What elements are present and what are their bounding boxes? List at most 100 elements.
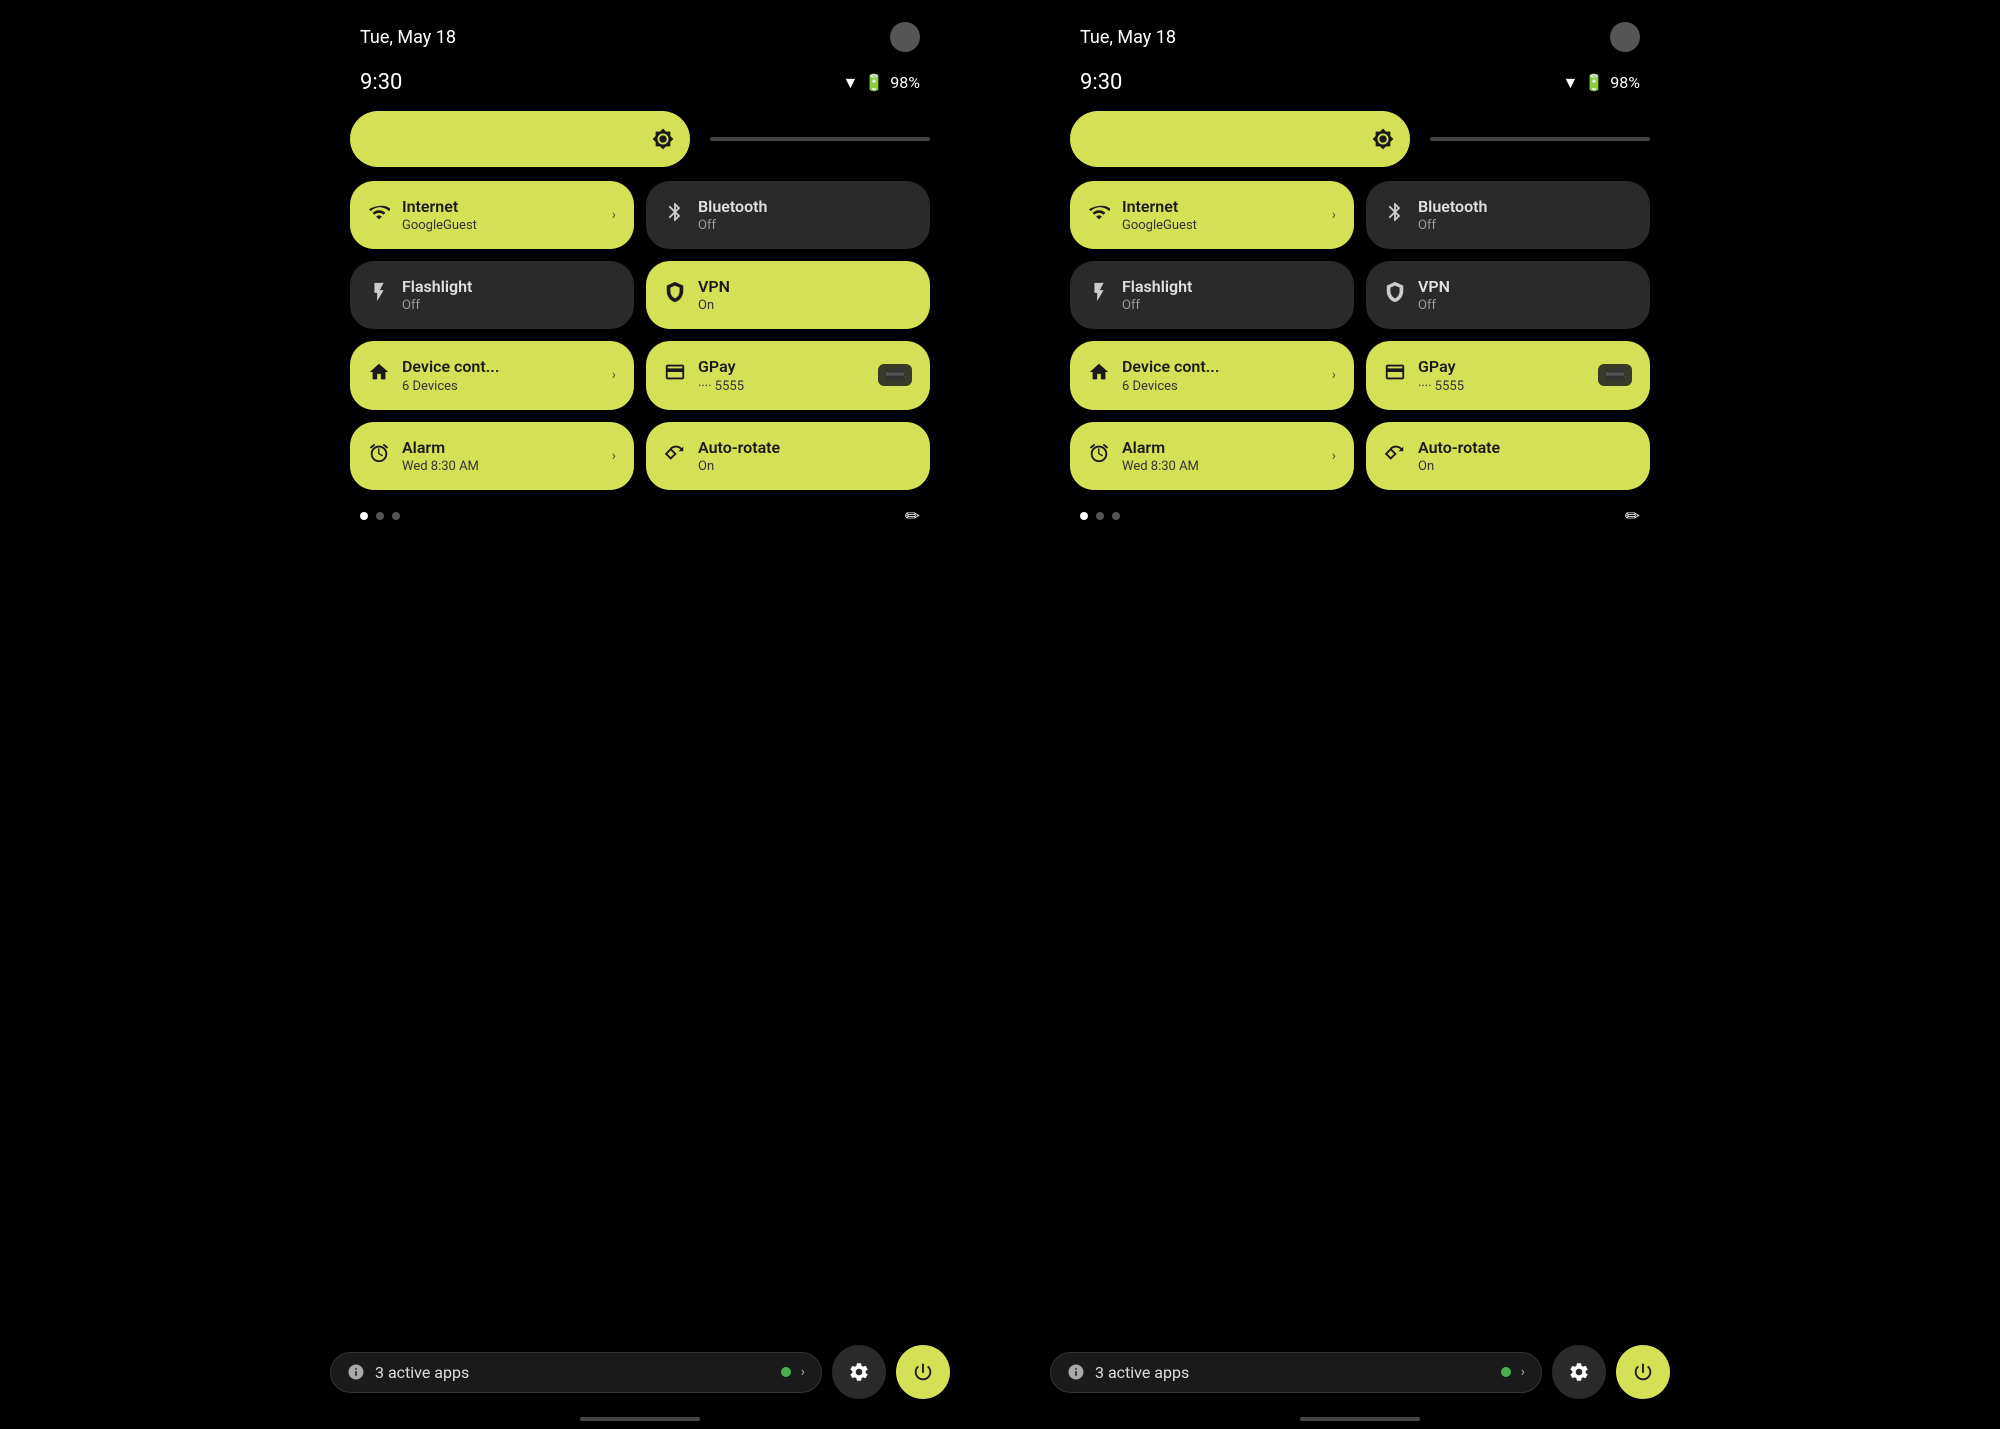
tile-arrow-device-control: › [1332, 367, 1336, 383]
brightness-row[interactable] [350, 111, 930, 167]
brightness-pill[interactable] [350, 111, 690, 167]
wifi-status-icon: ▼ [843, 73, 859, 93]
tile-internet[interactable]: Internet GoogleGuest › [1070, 181, 1354, 249]
camera-dot [890, 22, 920, 52]
active-apps-pill[interactable]: 3 active apps › [1050, 1352, 1542, 1393]
tile-text-gpay: GPay ···· 5555 [698, 357, 744, 393]
tile-subtitle-autorotate: On [698, 459, 780, 474]
tile-icon-flashlight [1088, 281, 1110, 309]
home-indicator [1300, 1417, 1420, 1421]
active-indicator-dot [1501, 1367, 1511, 1377]
tile-title-device-control: Device cont... [1122, 357, 1219, 376]
edit-icon[interactable]: ✏ [1625, 506, 1640, 527]
tile-text-alarm: Alarm Wed 8:30 AM [1122, 438, 1199, 474]
tile-alarm[interactable]: Alarm Wed 8:30 AM › [1070, 422, 1354, 490]
tile-subtitle-flashlight: Off [1122, 298, 1192, 313]
tile-autorotate[interactable]: Auto-rotate On [1366, 422, 1650, 490]
tile-icon-alarm [368, 442, 390, 470]
tile-icon-home [368, 361, 390, 389]
tile-text-bluetooth: Bluetooth Off [698, 197, 767, 233]
brightness-track[interactable] [1430, 137, 1650, 141]
phone-screen-1: Tue, May 18 9:30 ▼ 🔋 98% Internet Google… [1030, 0, 1690, 1429]
tile-bluetooth[interactable]: Bluetooth Off [646, 181, 930, 249]
tiles-grid: Internet GoogleGuest › Bluetooth Off Fla… [1070, 181, 1650, 490]
wifi-status-icon: ▼ [1563, 73, 1579, 93]
tile-subtitle-gpay: ···· 5555 [1418, 379, 1464, 394]
settings-button[interactable] [832, 1345, 886, 1399]
tile-arrow-internet: › [1332, 207, 1336, 223]
tiles-grid: Internet GoogleGuest › Bluetooth Off Fla… [350, 181, 930, 490]
pagination-row: ✏ [1070, 502, 1650, 531]
tile-subtitle-gpay: ···· 5555 [698, 379, 744, 394]
tile-title-vpn: VPN [1418, 277, 1450, 296]
pagination-dots [360, 512, 400, 520]
edit-icon[interactable]: ✏ [905, 506, 920, 527]
dot-1 [1080, 512, 1088, 520]
tile-alarm[interactable]: Alarm Wed 8:30 AM › [350, 422, 634, 490]
battery-icon: 🔋 [864, 73, 884, 92]
tile-device-control[interactable]: Device cont... 6 Devices › [350, 341, 634, 409]
tile-internet[interactable]: Internet GoogleGuest › [350, 181, 634, 249]
tile-bluetooth[interactable]: Bluetooth Off [1366, 181, 1650, 249]
home-indicator [580, 1417, 700, 1421]
tile-title-flashlight: Flashlight [402, 277, 472, 296]
power-button[interactable] [1616, 1345, 1670, 1399]
tile-icon-home [1088, 361, 1110, 389]
dot-1 [360, 512, 368, 520]
tile-vpn[interactable]: VPN On [646, 261, 930, 329]
battery-text: 98% [890, 73, 920, 92]
pill-arrow: › [801, 1364, 805, 1380]
tile-device-control[interactable]: Device cont... 6 Devices › [1070, 341, 1354, 409]
power-icon [912, 1361, 934, 1383]
tile-arrow-internet: › [612, 207, 616, 223]
brightness-icon [1372, 128, 1394, 150]
tile-title-alarm: Alarm [402, 438, 479, 457]
time-row: 9:30 ▼ 🔋 98% [350, 62, 930, 111]
brightness-pill[interactable] [1070, 111, 1410, 167]
tile-title-flashlight: Flashlight [1122, 277, 1192, 296]
tile-arrow-alarm: › [612, 448, 616, 464]
tile-title-bluetooth: Bluetooth [698, 197, 767, 216]
tile-icon-wifi [1088, 201, 1110, 229]
tile-flashlight[interactable]: Flashlight Off [350, 261, 634, 329]
tile-vpn[interactable]: VPN Off [1366, 261, 1650, 329]
tile-icon-alarm [1088, 442, 1110, 470]
dot-3 [392, 512, 400, 520]
tile-subtitle-bluetooth: Off [698, 218, 767, 233]
dot-2 [1096, 512, 1104, 520]
battery-icon: 🔋 [1584, 73, 1604, 92]
card-icon [1606, 368, 1624, 382]
tile-flashlight[interactable]: Flashlight Off [1070, 261, 1354, 329]
phone-screen-0: Tue, May 18 9:30 ▼ 🔋 98% Internet Google… [310, 0, 970, 1429]
tile-title-device-control: Device cont... [402, 357, 499, 376]
tile-title-autorotate: Auto-rotate [1418, 438, 1500, 457]
tile-text-autorotate: Auto-rotate On [698, 438, 780, 474]
tile-gpay[interactable]: GPay ···· 5555 [646, 341, 930, 409]
tile-title-internet: Internet [402, 197, 477, 216]
brightness-track[interactable] [710, 137, 930, 141]
date-text: Tue, May 18 [360, 27, 456, 48]
tile-icon-vpn [664, 281, 686, 309]
tile-icon-rotate [1384, 442, 1406, 470]
settings-button[interactable] [1552, 1345, 1606, 1399]
tile-icon-bluetooth [1384, 201, 1406, 229]
tile-text-alarm: Alarm Wed 8:30 AM [402, 438, 479, 474]
tile-text-gpay: GPay ···· 5555 [1418, 357, 1464, 393]
tile-autorotate[interactable]: Auto-rotate On [646, 422, 930, 490]
gpay-card [878, 364, 912, 386]
tile-subtitle-internet: GoogleGuest [402, 218, 477, 233]
tile-icon-card [664, 361, 686, 389]
tile-subtitle-device-control: 6 Devices [1122, 379, 1219, 394]
tile-subtitle-alarm: Wed 8:30 AM [1122, 459, 1199, 474]
tile-gpay[interactable]: GPay ···· 5555 [1366, 341, 1650, 409]
tile-subtitle-vpn: On [698, 298, 730, 313]
tile-icon-bluetooth [664, 201, 686, 229]
brightness-row[interactable] [1070, 111, 1650, 167]
time-text: 9:30 [360, 70, 402, 95]
tile-text-internet: Internet GoogleGuest [402, 197, 477, 233]
tile-text-internet: Internet GoogleGuest [1122, 197, 1197, 233]
power-button[interactable] [896, 1345, 950, 1399]
gpay-card [1598, 364, 1632, 386]
active-apps-pill[interactable]: 3 active apps › [330, 1352, 822, 1393]
tile-text-vpn: VPN On [698, 277, 730, 313]
